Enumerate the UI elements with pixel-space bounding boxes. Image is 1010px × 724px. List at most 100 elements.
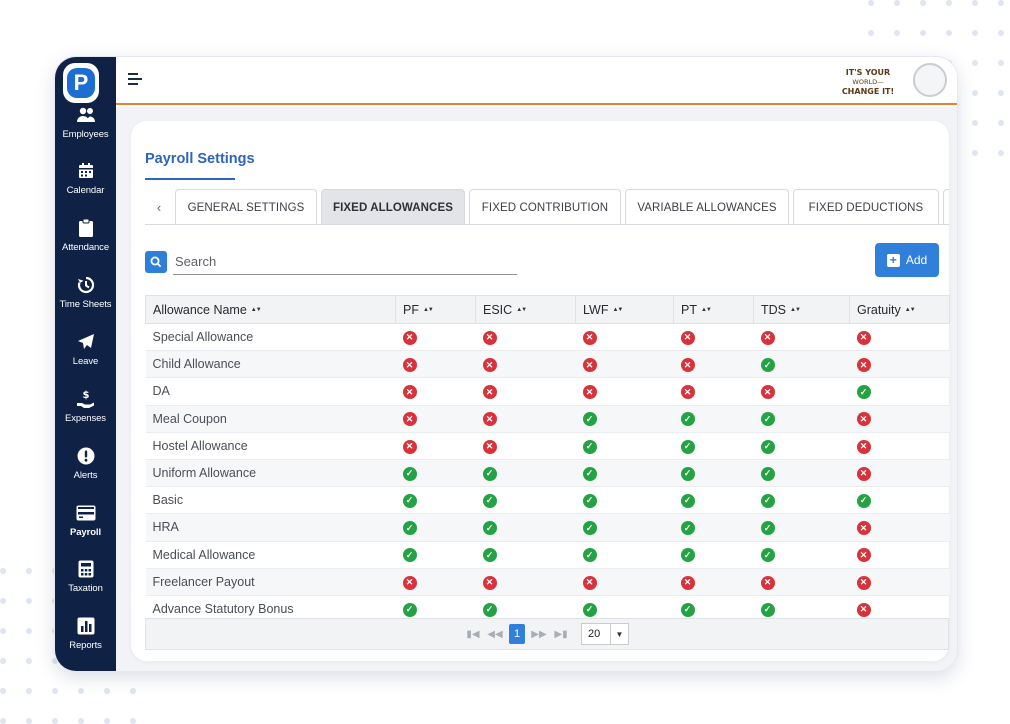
lwf-status-cell: ✓ <box>575 405 674 433</box>
first-page-icon[interactable]: ▮◀ <box>465 624 481 644</box>
esic-status-cell: ✓ <box>475 513 576 542</box>
sort-icon[interactable]: ▲▼ <box>790 307 801 313</box>
tab-fixed-contribution[interactable]: FIXED CONTRIBUTION <box>469 189 621 224</box>
plus-icon: + <box>886 253 900 267</box>
decor-dot <box>26 568 32 574</box>
sidebar-item-payroll[interactable]: Payroll <box>55 503 116 553</box>
decor-dot <box>972 0 978 6</box>
tds-status-cell: ✓ <box>753 405 850 433</box>
table-row[interactable]: Freelancer Payout ✕ ✕ ✕ ✕ ✕ ✕ <box>145 568 950 596</box>
sidebar-item-reports[interactable]: Reports <box>55 616 116 666</box>
search-button[interactable] <box>145 251 167 273</box>
tab-variable-allowances[interactable]: VARIABLE ALLOWANCES <box>625 189 789 224</box>
page-title: Payroll Settings <box>145 151 255 167</box>
sort-icon[interactable]: ▲▼ <box>423 307 434 313</box>
page-size-select[interactable]: 20 ▼ <box>581 623 629 645</box>
sort-icon[interactable]: ▲▼ <box>905 307 916 313</box>
table-row[interactable]: DA ✕ ✕ ✕ ✕ ✕ ✓ <box>145 377 950 406</box>
cross-circle-icon: ✕ <box>760 330 775 345</box>
check-circle-icon: ✓ <box>482 466 497 481</box>
check-circle-icon: ✓ <box>582 412 597 427</box>
check-circle-icon: ✓ <box>680 439 695 454</box>
cross-circle-icon: ✕ <box>856 602 871 617</box>
table-body: Special Allowance ✕ ✕ ✕ ✕ ✕ ✕ Child Allowance ✕ ✕… <box>145 323 950 624</box>
check-circle-icon: ✓ <box>582 493 597 508</box>
check-circle-icon: ✓ <box>482 602 497 617</box>
tab-fixed-allowances[interactable]: FIXED ALLOWANCES <box>321 189 465 224</box>
current-page[interactable]: 1 <box>509 624 525 644</box>
decor-dot <box>26 658 32 664</box>
pt-status-cell: ✕ <box>673 323 754 352</box>
tds-status-cell: ✓ <box>753 513 850 542</box>
table-row[interactable]: HRA ✓ ✓ ✓ ✓ ✓ ✕ <box>145 513 950 542</box>
tab-next-partial[interactable] <box>943 189 949 224</box>
lwf-status-cell: ✓ <box>575 513 674 542</box>
check-circle-icon: ✓ <box>760 521 775 536</box>
sidebar-item-attendance[interactable]: Attendance <box>55 218 116 268</box>
allowance-name-cell: Special Allowance <box>145 323 396 352</box>
add-button[interactable]: + Add <box>875 243 939 277</box>
allowance-name-cell: Basic <box>145 486 396 515</box>
last-page-icon[interactable]: ▶▮ <box>553 624 569 644</box>
gratuity-status-cell: ✓ <box>849 486 950 515</box>
sidebar-item-employees[interactable]: Employees <box>55 105 116 155</box>
hand-dollar-icon: $ <box>76 389 96 409</box>
sidebar-item-alerts[interactable]: Alerts <box>55 446 116 496</box>
table-row[interactable]: Basic ✓ ✓ ✓ ✓ ✓ ✓ <box>145 486 950 515</box>
sidebar-item-leave[interactable]: Leave <box>55 332 116 382</box>
lwf-status-cell: ✓ <box>575 486 674 515</box>
column-header-pf[interactable]: PF ▲▼ <box>395 295 476 324</box>
table-row[interactable]: Medical Allowance ✓ ✓ ✓ ✓ ✓ ✕ <box>145 541 950 569</box>
tab-fixed-deductions[interactable]: FIXED DEDUCTIONS <box>793 189 939 224</box>
decor-dot <box>998 60 1004 66</box>
top-bar: IT'S YOUR WORLD— CHANGE IT! <box>116 57 957 105</box>
check-circle-icon: ✓ <box>402 493 417 508</box>
gratuity-status-cell: ✕ <box>849 513 950 542</box>
cross-circle-icon: ✕ <box>402 385 417 400</box>
column-header-tds[interactable]: TDS ▲▼ <box>753 295 850 324</box>
sidebar-item-calendar[interactable]: Calendar <box>55 161 116 211</box>
column-header-lwf[interactable]: LWF ▲▼ <box>575 295 674 324</box>
menu-toggle-icon[interactable] <box>128 73 142 87</box>
user-avatar[interactable] <box>913 63 947 97</box>
prev-page-icon[interactable]: ◀◀ <box>487 624 503 644</box>
sidebar-item-label: Alerts <box>73 470 98 481</box>
column-header-allowance-name[interactable]: Allowance Name ▲▼ <box>145 295 396 324</box>
table-row[interactable]: Meal Coupon ✕ ✕ ✓ ✓ ✓ ✕ <box>145 405 950 433</box>
sort-icon[interactable]: ▲▼ <box>701 307 712 313</box>
tabs-prev-chevron-icon[interactable]: ‹ <box>145 189 173 224</box>
sidebar-item-time-sheets[interactable]: Time Sheets <box>55 275 116 325</box>
gratuity-status-cell: ✕ <box>849 432 950 460</box>
calendar-icon <box>76 161 96 181</box>
gratuity-status-cell: ✕ <box>849 350 950 379</box>
cross-circle-icon: ✕ <box>760 575 775 590</box>
app-logo[interactable]: P <box>63 63 99 103</box>
sort-icon[interactable]: ▲▼ <box>251 307 262 313</box>
table-row[interactable]: Uniform Allowance ✓ ✓ ✓ ✓ ✓ ✕ <box>145 459 950 488</box>
cross-circle-icon: ✕ <box>582 330 597 345</box>
tab-general-settings[interactable]: GENERAL SETTINGS <box>175 189 317 224</box>
column-header-esic[interactable]: ESIC ▲▼ <box>475 295 576 324</box>
sort-icon[interactable]: ▲▼ <box>612 307 623 313</box>
check-circle-icon: ✓ <box>582 548 597 563</box>
sort-icon[interactable]: ▲▼ <box>516 307 527 313</box>
pf-status-cell: ✕ <box>395 432 476 460</box>
decor-dot <box>946 30 952 36</box>
table-row[interactable]: Child Allowance ✕ ✕ ✕ ✕ ✓ ✕ <box>145 350 950 379</box>
exclamation-icon <box>76 446 96 466</box>
search-input[interactable] <box>173 249 517 275</box>
table-row[interactable]: Special Allowance ✕ ✕ ✕ ✕ ✕ ✕ <box>145 323 950 352</box>
cross-circle-icon: ✕ <box>402 412 417 427</box>
table-row[interactable]: Hostel Allowance ✕ ✕ ✓ ✓ ✓ ✕ <box>145 432 950 460</box>
decor-dot <box>0 718 6 724</box>
next-page-icon[interactable]: ▶▶ <box>531 624 547 644</box>
column-header-pt[interactable]: PT ▲▼ <box>673 295 754 324</box>
lwf-status-cell: ✕ <box>575 377 674 406</box>
cross-circle-icon: ✕ <box>856 521 871 536</box>
sidebar-item-expenses[interactable]: $ Expenses <box>55 389 116 439</box>
decor-dot <box>78 718 84 724</box>
sidebar-item-label: Time Sheets <box>59 299 112 310</box>
cross-circle-icon: ✕ <box>402 439 417 454</box>
column-header-gratuity[interactable]: Gratuity ▲▼ <box>849 295 950 324</box>
sidebar-item-taxation[interactable]: Taxation <box>55 559 116 609</box>
